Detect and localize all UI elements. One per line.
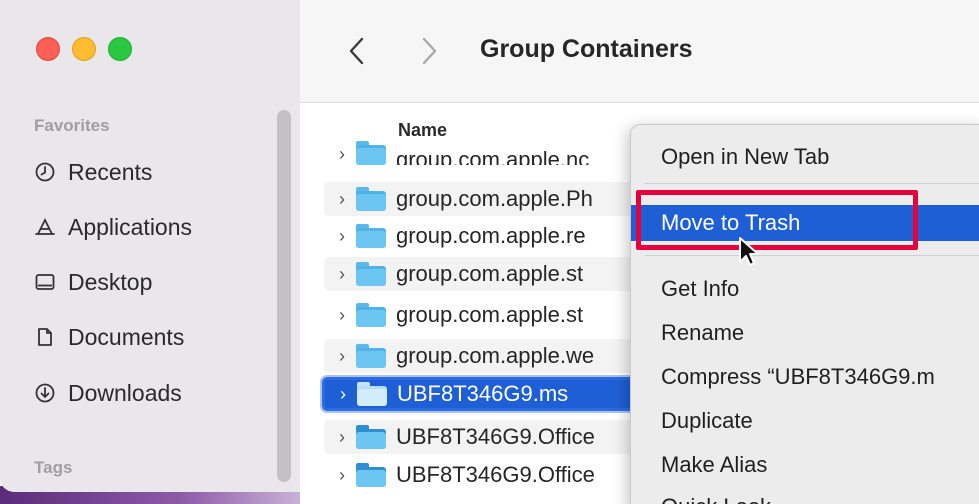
minimize-button[interactable] xyxy=(72,37,96,61)
file-row[interactable]: › UBF8T346G9.Office xyxy=(324,420,654,454)
toolbar: Group Containers xyxy=(300,0,979,103)
file-name: group.com.apple.re xyxy=(396,223,586,248)
clock-icon xyxy=(35,162,55,182)
disclosure-icon[interactable]: › xyxy=(334,427,350,448)
sidebar-item-label: Applications xyxy=(68,213,193,240)
folder-icon xyxy=(356,303,386,327)
applications-icon xyxy=(35,217,55,235)
sidebar-item-applications[interactable]: Applications xyxy=(34,210,192,244)
sidebar-item-downloads[interactable]: Downloads xyxy=(34,376,182,410)
folder-icon xyxy=(356,425,386,449)
forward-button[interactable] xyxy=(414,34,444,68)
folder-icon xyxy=(356,187,386,211)
folder-icon xyxy=(356,224,386,248)
file-row[interactable]: › group.com.apple.Ph xyxy=(324,182,654,216)
file-name: group.com.apple.Ph xyxy=(396,186,593,211)
window-title: Group Containers xyxy=(480,35,693,63)
mouse-pointer-icon xyxy=(739,237,759,266)
sidebar-scrollbar[interactable] xyxy=(277,110,291,482)
menu-item-compress[interactable]: Compress “UBF8T346G9.m xyxy=(631,359,979,395)
desktop-icon xyxy=(35,274,55,290)
disclosure-icon[interactable]: › xyxy=(334,189,350,210)
folder-icon xyxy=(356,463,386,487)
menu-separator xyxy=(645,255,979,256)
chevron-left-icon xyxy=(349,37,364,65)
file-row[interactable]: › group.com.apple.we xyxy=(324,339,654,373)
file-row[interactable]: › UBF8T346G9.Office xyxy=(324,458,654,492)
file-name: group.com.apple.st xyxy=(396,261,584,286)
highlight-annotation-box xyxy=(636,190,918,250)
sidebar-item-label: Desktop xyxy=(68,268,153,295)
disclosure-icon[interactable]: › xyxy=(334,226,350,247)
file-name: UBF8T346G9.Office xyxy=(396,462,595,487)
back-button[interactable] xyxy=(342,34,372,68)
file-name: group.com.apple.nc xyxy=(396,147,590,165)
sidebar: Favorites Recents Applications Desktop D… xyxy=(0,0,300,492)
folder-icon xyxy=(356,141,386,165)
file-name: group.com.apple.st xyxy=(396,302,584,327)
file-row[interactable]: › group.com.apple.st xyxy=(324,257,654,291)
file-name: UBF8T346G9.ms xyxy=(397,381,569,406)
folder-icon xyxy=(356,344,386,368)
close-button[interactable] xyxy=(36,37,60,61)
file-row[interactable]: › group.com.apple.nc xyxy=(324,141,654,165)
menu-separator xyxy=(645,183,979,184)
file-row-selected[interactable]: › UBF8T346G9.ms xyxy=(320,375,654,413)
menu-item-duplicate[interactable]: Duplicate xyxy=(631,403,979,439)
favorites-section-label: Favorites xyxy=(34,116,110,135)
disclosure-icon[interactable]: › xyxy=(334,346,350,367)
context-menu: Open in New Tab Move to Trash Get Info R… xyxy=(630,124,979,504)
menu-item-make-alias[interactable]: Make Alias xyxy=(631,447,979,483)
menu-item-open-in-new-tab[interactable]: Open in New Tab xyxy=(631,139,979,175)
disclosure-icon[interactable]: › xyxy=(334,465,350,486)
window-controls xyxy=(36,37,132,61)
file-name: UBF8T346G9.Office xyxy=(396,424,595,449)
disclosure-icon[interactable]: › xyxy=(334,264,350,285)
file-name: group.com.apple.we xyxy=(396,343,595,368)
menu-item-get-info[interactable]: Get Info xyxy=(631,271,979,307)
sidebar-item-recents[interactable]: Recents xyxy=(34,155,152,189)
download-icon xyxy=(35,383,55,403)
file-row[interactable]: › group.com.apple.re xyxy=(324,219,654,253)
zoom-button[interactable] xyxy=(108,37,132,61)
sidebar-item-label: Recents xyxy=(68,158,153,185)
folder-icon xyxy=(356,262,386,286)
disclosure-icon[interactable]: › xyxy=(335,384,351,405)
document-icon xyxy=(38,328,52,346)
menu-item-quick-look[interactable]: Quick Look xyxy=(631,489,979,504)
column-header-name[interactable]: Name xyxy=(398,120,447,141)
sidebar-item-documents[interactable]: Documents xyxy=(34,320,184,354)
menu-item-rename[interactable]: Rename xyxy=(631,315,979,351)
sidebar-item-label: Documents xyxy=(68,323,185,350)
file-row[interactable]: › group.com.apple.st xyxy=(324,298,654,332)
tags-section-label: Tags xyxy=(34,458,73,477)
chevron-right-icon xyxy=(422,37,437,65)
folder-icon xyxy=(357,382,387,406)
sidebar-item-label: Downloads xyxy=(68,379,182,406)
disclosure-icon[interactable]: › xyxy=(334,305,350,326)
disclosure-icon[interactable]: › xyxy=(334,144,350,165)
sidebar-item-desktop[interactable]: Desktop xyxy=(34,265,152,299)
